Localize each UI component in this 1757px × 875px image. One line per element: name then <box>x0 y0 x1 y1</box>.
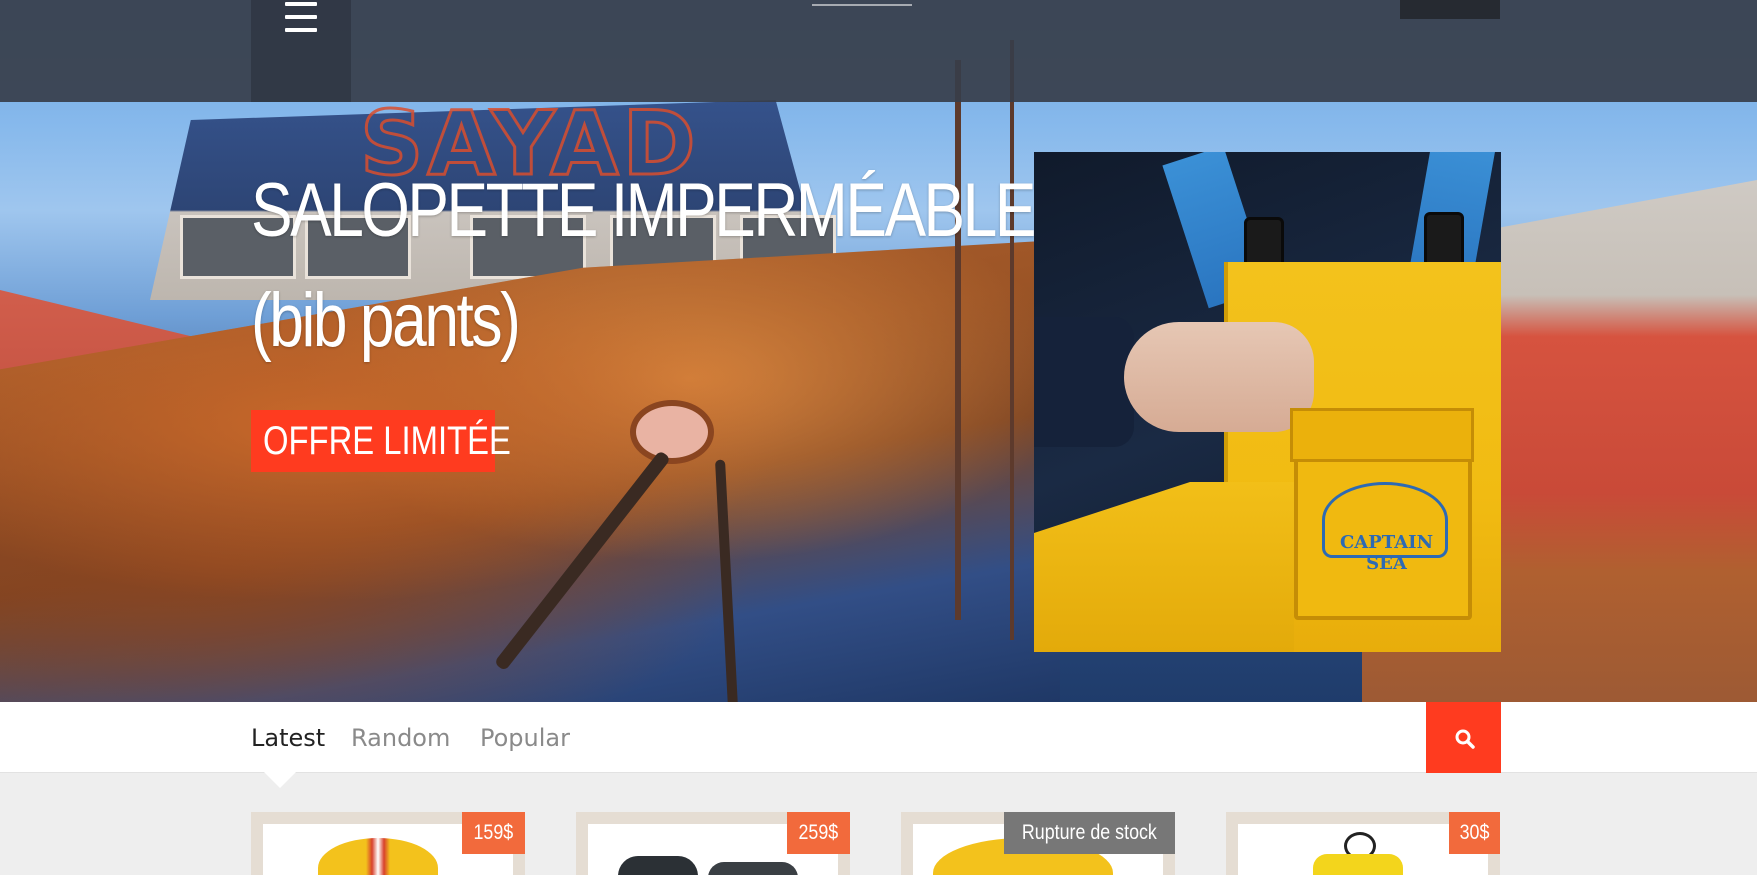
life-vest-image <box>318 838 438 875</box>
limited-offer-button[interactable]: OFFRE LIMITÉE <box>251 410 511 472</box>
product-card[interactable]: 30$ <box>1226 812 1500 875</box>
active-tab-indicator <box>264 772 296 788</box>
site-header <box>0 0 1757 102</box>
menu-button[interactable] <box>251 0 351 102</box>
out-of-stock-badge: Rupture de stock <box>1004 812 1175 854</box>
strap-buckle <box>1424 212 1464 268</box>
ship-mast <box>1010 40 1014 640</box>
hawse-hole <box>630 400 714 464</box>
price-badge: 30$ <box>1448 812 1500 854</box>
search-button[interactable] <box>1426 702 1501 773</box>
tab-random[interactable]: Random <box>351 702 450 772</box>
limited-offer-label: OFFRE LIMITÉE <box>263 419 511 463</box>
tab-popular[interactable]: Popular <box>480 702 570 772</box>
product-card[interactable]: 259$ <box>576 812 850 875</box>
price-badge: 259$ <box>787 812 850 854</box>
hamburger-menu-icon-bar <box>285 15 317 19</box>
header-cart-button[interactable] <box>1400 0 1500 19</box>
product-card[interactable]: 159$ <box>251 812 525 875</box>
bib-pocket-flap <box>1290 408 1474 462</box>
product-card[interactable]: Rupture de stock <box>901 812 1175 875</box>
hand <box>1124 322 1314 432</box>
product-image <box>708 862 798 875</box>
slide-title: SALOPETTE IMPERMÉABLE (bib pants) <box>251 156 1036 376</box>
hamburger-menu-icon-bar <box>285 28 317 32</box>
slide-title-line: SALOPETTE IMPERMÉABLE <box>251 168 1036 253</box>
hamburger-menu-icon <box>285 2 317 6</box>
search-icon <box>1455 729 1475 749</box>
site-logo[interactable] <box>812 0 912 6</box>
tab-latest[interactable]: Latest <box>251 702 325 772</box>
slide-title-line: (bib pants) <box>251 278 521 363</box>
product-image <box>618 856 698 875</box>
brand-logo-text: CAPTAIN SEA <box>1339 532 1434 574</box>
price-badge: 159$ <box>462 812 525 854</box>
shirt-sleeve <box>1034 317 1134 447</box>
dry-bag-image <box>1313 854 1403 875</box>
slide-product-image[interactable]: CAPTAIN SEA <box>1034 152 1501 652</box>
